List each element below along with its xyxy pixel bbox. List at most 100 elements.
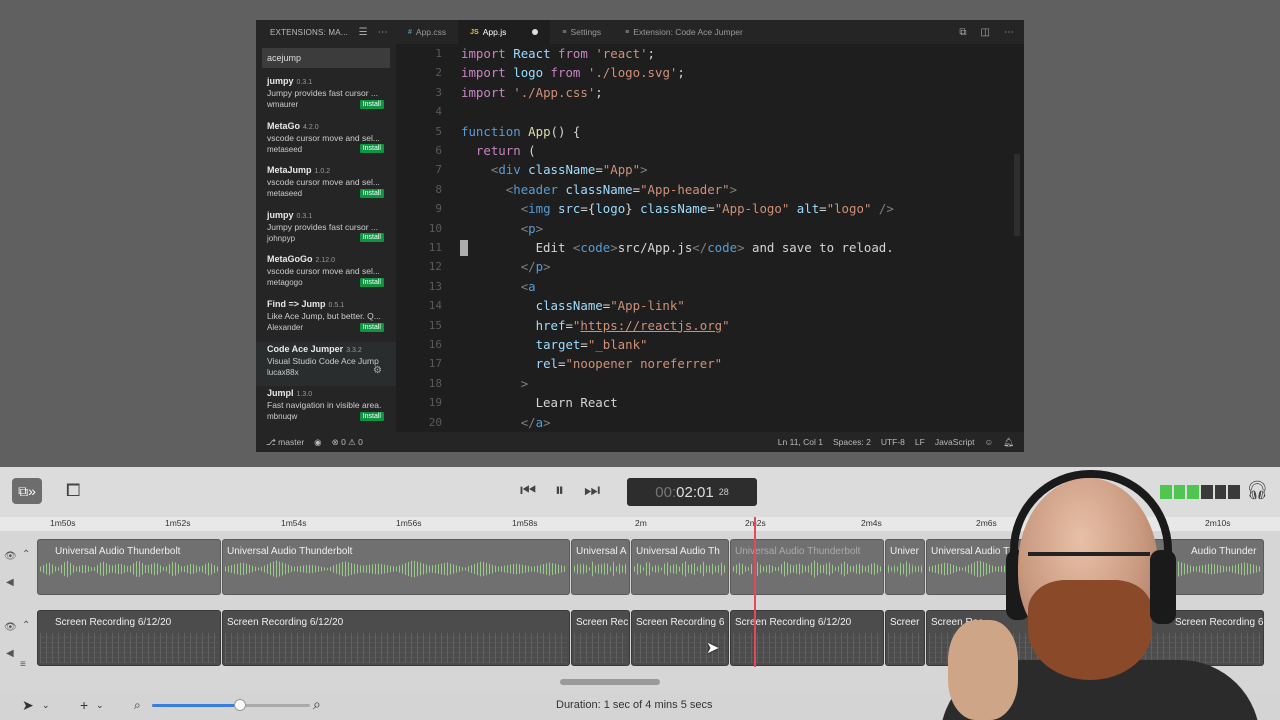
fast-forward-icon[interactable]: ⏭	[584, 480, 600, 501]
expand-icon[interactable]: ⌃	[22, 620, 30, 631]
install-button[interactable]: Install	[359, 144, 384, 154]
audio-clip[interactable]: Universal Audio Thunderbolt	[222, 539, 570, 595]
ruler-tick: 2m4s	[861, 518, 882, 528]
extension-version: 4.2.0	[303, 123, 319, 131]
video-clip[interactable]: Screen Recording 6/12/20	[222, 610, 570, 666]
speaker-icon[interactable]: ◀	[6, 648, 14, 659]
install-button[interactable]: Install	[359, 322, 384, 332]
pause-icon[interactable]: ⏸	[555, 480, 564, 501]
editor-scrollbar[interactable]	[1014, 154, 1020, 236]
code-editor[interactable]: 1 import React from 'react'; 2 import logo…	[396, 44, 1024, 432]
extension-name: JumpI	[267, 388, 294, 399]
line-number: 19	[428, 396, 442, 410]
install-button[interactable]: Install	[359, 277, 384, 287]
install-button[interactable]: Install	[359, 233, 384, 243]
unsaved-dot-icon[interactable]	[532, 29, 539, 35]
extension-version: 2.12.0	[315, 257, 335, 265]
add-icon[interactable]: +	[80, 697, 88, 713]
install-button[interactable]: Install	[359, 411, 384, 421]
extensions-sidebar: EXTENSIONS: MA... ☰ ⋯ jumpy0.3.1 Jumpy p…	[256, 20, 396, 432]
person-beard	[1028, 580, 1152, 680]
code-line: </p>	[520, 259, 551, 275]
zoom-out-icon[interactable]: ⌕	[134, 698, 141, 713]
extension-item[interactable]: MetaJump 1.0.2 vscode cursor move and sel…	[256, 163, 396, 208]
code-line: Edit <code>src/App.js</code> and save to…	[461, 240, 894, 255]
tab-app-js[interactable]: JS App.js	[458, 20, 551, 44]
notifications-icon[interactable]: 🔔︎	[1003, 437, 1014, 448]
cursor-position[interactable]: Ln 11, Col 1	[778, 437, 823, 447]
video-clip[interactable]: Screen Rec	[571, 610, 630, 666]
extension-item[interactable]: jumpy 0.3.1 Jumpy provides fast cursor ..…	[256, 74, 396, 119]
tab-extension-code-ace-jumper[interactable]: ≡ Extension: Code Ace Jumper	[613, 20, 755, 44]
eye-icon[interactable]: 👁︎	[4, 622, 17, 633]
chevron-down-icon[interactable]: ⌄	[42, 700, 50, 711]
zoom-in-icon[interactable]: ⌕	[313, 696, 321, 713]
extension-item[interactable]: MetaGoGo 2.12.0 vscode cursor move and se…	[256, 252, 396, 297]
chevron-down-icon[interactable]: ⌄	[96, 700, 104, 711]
extension-item[interactable]: jumpy 0.3.1 Jumpy provides fast cursor ..…	[256, 208, 396, 253]
audio-clip[interactable]: Universal A	[571, 539, 630, 595]
end-of-line[interactable]: LF	[915, 437, 925, 447]
tab-app-css[interactable]: # App.css	[396, 20, 458, 44]
audio-clip[interactable]: Universal Audio Thunderbolt	[37, 539, 221, 595]
tab-label: Settings	[570, 27, 602, 37]
gear-icon[interactable]: ⚙	[373, 365, 382, 376]
video-clip[interactable]: Screen Recording 6/12/20	[37, 610, 221, 666]
code-line: <header className="App-header">	[505, 181, 738, 197]
line-number: 14	[428, 299, 442, 313]
clip-label: Universal Audio Thunderbolt	[227, 546, 353, 557]
tab-settings[interactable]: ≡ Settings	[550, 20, 613, 44]
clip-label: Universal A	[576, 546, 627, 557]
compare-icon[interactable]: ⧉	[959, 27, 966, 38]
install-button[interactable]: Install	[359, 188, 384, 198]
editor-tab-bar: # App.css JS App.js ≡ Settings ≡ Extension: …	[396, 20, 1024, 44]
line-number: 6	[435, 144, 442, 157]
clip-tools-button[interactable]: ⧉»	[12, 478, 42, 504]
zoom-slider-knob[interactable]	[234, 699, 247, 711]
clip-tools-icon: ⧉»	[18, 482, 36, 499]
speaker-icon[interactable]: ◀	[6, 577, 14, 588]
indentation[interactable]: Spaces: 2	[833, 437, 871, 447]
more-actions-icon[interactable]: ⋯	[1004, 27, 1014, 38]
crop-icon[interactable]: ⧠	[66, 480, 80, 501]
code-line: return (	[475, 143, 536, 158]
filter-list-icon[interactable]: ☰	[359, 27, 368, 38]
extension-search-input[interactable]	[262, 48, 390, 68]
video-thumbnails	[225, 633, 567, 663]
code-line: <p>	[520, 220, 544, 236]
extension-item[interactable]: MetaGo 4.2.0 vscode cursor move and sel..…	[256, 119, 396, 164]
encoding[interactable]: UTF-8	[881, 437, 905, 447]
feedback-icon[interactable]: ☺	[985, 437, 994, 447]
person-hand	[948, 620, 1018, 720]
language-mode[interactable]: JavaScript	[935, 437, 975, 447]
timeline-scrollbar[interactable]	[560, 679, 660, 685]
video-thumbnails	[40, 633, 218, 663]
timecode-display: 00: 02:01 28	[627, 478, 757, 506]
eye-icon[interactable]: 👁︎	[4, 551, 17, 562]
track-list-icon[interactable]: ≡	[20, 659, 26, 670]
extension-item[interactable]: JumpI 1.3.0 Fast navigation in visible ar…	[256, 386, 396, 431]
split-editor-icon[interactable]: ◫	[981, 27, 990, 38]
selection-tool-icon[interactable]: ➤	[22, 697, 34, 714]
code-line: target="_blank"	[535, 337, 648, 352]
problems-indicator[interactable]: ⊗ 0 ⚠ 0	[332, 437, 363, 448]
ruler-tick: 2m	[635, 518, 647, 528]
extension-item[interactable]: Code Ace Jumper 3.3.2 Visual Studio Code …	[256, 341, 396, 387]
audio-waveform	[40, 560, 218, 578]
extension-item[interactable]: Find => Jump 0.5.1 Like Ace Jump, but bet…	[256, 297, 396, 342]
audio-waveform	[574, 560, 627, 578]
code-line: <img src={logo} className="App-logo" alt…	[520, 201, 894, 217]
branch-item[interactable]: ⎇ master	[266, 437, 304, 448]
audio-clip[interactable]: Universal Audio Th	[631, 539, 729, 595]
more-actions-icon[interactable]: ⋯	[378, 27, 388, 38]
settings-file-icon: ≡	[562, 28, 567, 36]
zoom-slider[interactable]	[152, 699, 310, 711]
live-share-icon[interactable]: ◉	[314, 437, 321, 448]
status-bar: ⎇ master ◉ ⊗ 0 ⚠ 0 Ln 11, Col 1 Spaces: …	[256, 432, 1024, 452]
install-button[interactable]: Install	[359, 99, 384, 109]
expand-icon[interactable]: ⌃	[22, 549, 30, 560]
playhead[interactable]	[754, 517, 756, 667]
timecode-frames: 28	[718, 487, 729, 497]
person-glasses	[1028, 552, 1150, 576]
rewind-icon[interactable]: ⏮	[520, 480, 536, 501]
